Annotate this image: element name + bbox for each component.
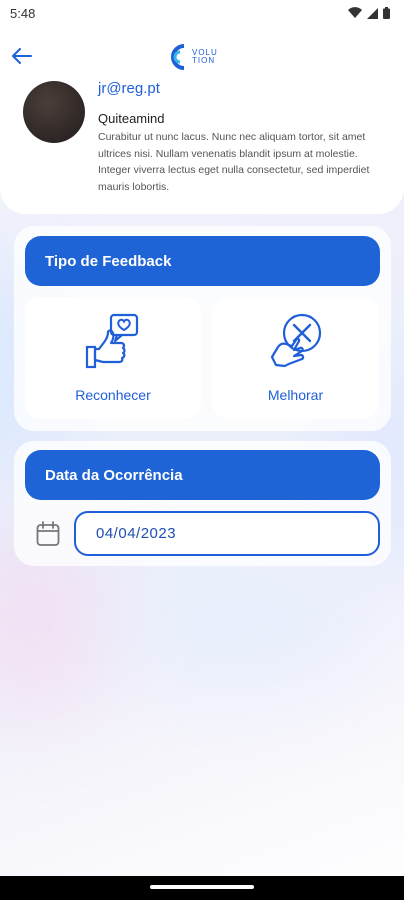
option-melhorar-label: Melhorar [267,387,324,403]
option-melhorar[interactable]: Melhorar [212,297,379,419]
home-gesture-handle[interactable] [150,885,254,889]
logo-mark-icon [171,44,185,70]
avatar [23,81,85,143]
occurrence-date-header: Data da Ocorrência [25,450,380,500]
arrow-left-icon [12,48,32,64]
app-logo: VOLU TION [170,42,232,72]
profile-description: Curabitur ut nunc lacus. Nunc nec aliqua… [98,131,370,193]
thumbs-up-heart-icon [85,313,139,369]
logo-text-bottom: TION [192,56,216,65]
profile-card: VOLU TION jr@reg.pt Quiteamind Curabitur… [0,0,404,214]
status-time: 5:48 [10,5,36,21]
feedback-type-header: Tipo de Feedback [25,236,380,286]
occurrence-date-section: Data da Ocorrência [14,441,391,566]
wifi-icon [348,7,362,19]
battery-icon [383,7,390,19]
signal-icon [367,7,378,19]
company-name: Quiteamind [98,111,165,126]
option-reconhecer-label: Reconhecer [75,387,151,403]
status-bar: 5:48 [0,0,404,26]
option-reconhecer[interactable]: Reconhecer [25,297,201,419]
calendar-icon[interactable] [36,521,60,547]
feedback-type-section: Tipo de Feedback Reconhecer Melhorar [14,226,391,431]
user-email[interactable]: jr@reg.pt [98,80,160,97]
hand-cross-icon [270,313,321,368]
date-field[interactable] [74,511,380,556]
back-button[interactable] [10,46,34,66]
system-nav-bar [0,876,404,900]
